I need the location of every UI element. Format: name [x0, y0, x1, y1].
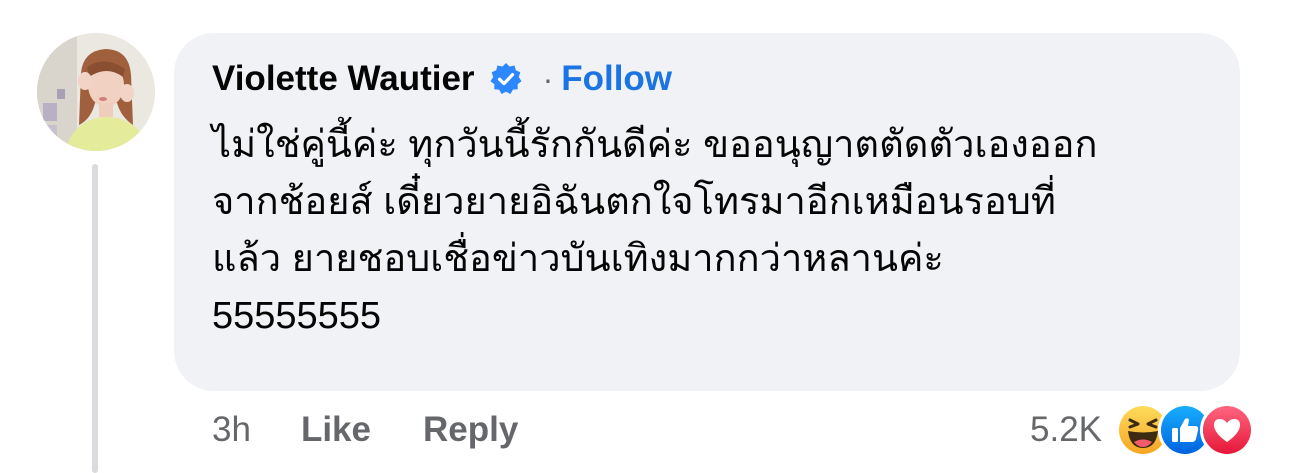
comment-text-line: ไม่ใช่คู่นี้ค่ะ ทุกวันนี้รักกันดีค่ะ ขออ… [212, 124, 1098, 166]
avatar-photo-icon [37, 33, 155, 151]
follow-button[interactable]: Follow [561, 59, 672, 99]
comment-text-line: 55555555 [212, 295, 382, 337]
comment-container: Violette Wautier · Follow ไม่ใช่คู่นี้ค่… [0, 0, 1290, 473]
love-icon [1200, 403, 1254, 457]
separator-dot: · [542, 60, 554, 97]
thread-line [92, 164, 98, 473]
reaction-icons[interactable] [1116, 403, 1254, 457]
comment-actions: 3h Like Reply [212, 406, 518, 454]
reply-button[interactable]: Reply [423, 410, 518, 450]
comment-header: Violette Wautier · Follow [212, 55, 672, 103]
timestamp[interactable]: 3h [212, 410, 251, 450]
comment-text-line: แล้ว ยายชอบเชื่อข่าวบันเทิงมากกว่าหลานค่… [212, 238, 944, 280]
reaction-count[interactable]: 5.2K [1030, 410, 1102, 450]
reactions-summary[interactable]: 5.2K [1030, 403, 1254, 457]
verified-badge-icon [489, 62, 523, 96]
like-button[interactable]: Like [301, 410, 371, 450]
avatar[interactable] [37, 33, 155, 151]
author-name[interactable]: Violette Wautier [212, 59, 475, 99]
comment-text-line: จากช้อยส์ เดี๋ยวยายอิฉันตกใจโทรมาอีกเหมื… [212, 181, 1056, 223]
comment-text: ไม่ใช่คู่นี้ค่ะ ทุกวันนี้รักกันดีค่ะ ขออ… [212, 117, 1222, 345]
